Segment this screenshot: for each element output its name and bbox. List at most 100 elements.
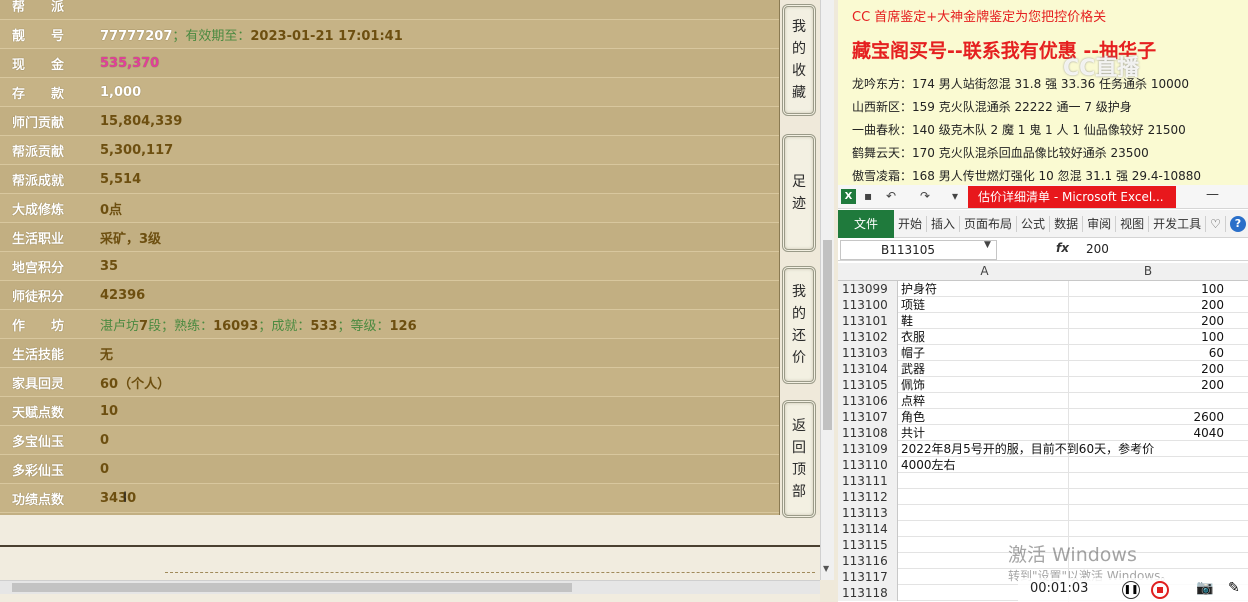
ribbon-tab[interactable]: 视图 <box>1116 215 1150 232</box>
column-headers: A B <box>838 263 1248 281</box>
info-label: 靓 号 <box>12 28 65 44</box>
cell-b[interactable]: 200 <box>1068 377 1228 393</box>
doc-listing-line: 傲雪凌霜：168 男人传世燃灯强化 10 忽混 31.1 强 29.4-1088… <box>852 169 1202 183</box>
info-row: 生活职业 采矿，3级 <box>0 223 779 252</box>
row-number[interactable]: 113105 <box>838 377 898 393</box>
side-button-back-to-top[interactable]: 返回顶部 <box>782 400 816 518</box>
ribbon-tab[interactable]: 公式 <box>1017 215 1051 232</box>
ribbon-tab[interactable]: 开发工具 <box>1149 215 1207 232</box>
side-button-my-counteroffer[interactable]: 我的还价 <box>782 266 816 384</box>
scroll-down-arrow-icon[interactable]: ▼ <box>823 564 829 573</box>
horizontal-scrollbar[interactable] <box>0 580 820 594</box>
cell-a[interactable]: 佩饰 <box>901 377 925 393</box>
info-label: 地宫积分 <box>12 260 65 276</box>
info-value: 77777207；有效期至：2023-01-21 17:01:41 <box>100 25 403 44</box>
row-number[interactable]: 113108 <box>838 425 898 441</box>
row-number[interactable]: 113107 <box>838 409 898 425</box>
cell-a[interactable]: 4000左右 <box>901 457 956 473</box>
dashed-divider <box>165 572 815 573</box>
row-number[interactable]: 113104 <box>838 361 898 377</box>
row-number[interactable]: 113109 <box>838 441 898 457</box>
cell-b[interactable]: 2600 <box>1068 409 1228 425</box>
scrollbar-thumb[interactable] <box>823 240 832 430</box>
name-box[interactable]: B113105 <box>840 240 997 260</box>
cell-b[interactable]: 200 <box>1068 361 1228 377</box>
ribbon-tab[interactable]: 审阅 <box>1083 215 1117 232</box>
cell-b[interactable]: 100 <box>1068 281 1228 297</box>
row-number[interactable]: 113118 <box>838 585 898 601</box>
doc-listing-line: 龙吟东方：174 男人站街忽混 31.8 强 33.36 任务通杀 10000 <box>852 77 1190 91</box>
info-row: 家具回灵 60（个人） <box>0 368 779 397</box>
row-number[interactable]: 113112 <box>838 489 898 505</box>
column-header-b[interactable]: B <box>1068 264 1228 278</box>
info-label: 现 金 <box>12 57 65 73</box>
spreadsheet-row: 113099 护身符 100 <box>838 281 1248 297</box>
pen-icon[interactable]: ✎ <box>1228 580 1240 596</box>
ribbon-tab[interactable]: 插入 <box>927 215 961 232</box>
cell-a[interactable]: 鞋 <box>901 313 913 329</box>
cell-a[interactable]: 护身符 <box>901 281 937 297</box>
save-icon[interactable]: ▪ <box>864 189 872 203</box>
spreadsheet-row: 113110 4000左右 <box>838 457 1248 473</box>
spreadsheet-row: 113105 佩饰 200 <box>838 377 1248 393</box>
info-value-text: 0点 <box>100 202 123 218</box>
cell-a[interactable]: 项链 <box>901 297 925 313</box>
side-button-char: 回 <box>792 440 806 456</box>
minimize-button[interactable]: — <box>1206 187 1219 202</box>
cell-a[interactable]: 共计 <box>901 425 925 441</box>
info-row: 功绩点数 3430 <box>0 484 779 513</box>
undo-icon[interactable]: ↶ <box>886 189 896 203</box>
row-number[interactable]: 113110 <box>838 457 898 473</box>
cell-b[interactable]: 60 <box>1068 345 1228 361</box>
ribbon-tab[interactable]: 数据 <box>1050 215 1084 232</box>
vertical-scrollbar[interactable]: ▼ <box>820 0 834 580</box>
info-value: 无 <box>100 344 113 363</box>
cell-a[interactable]: 武器 <box>901 361 925 377</box>
row-number[interactable]: 113114 <box>838 521 898 537</box>
row-number[interactable]: 113117 <box>838 569 898 585</box>
tab-file[interactable]: 文件 <box>838 209 894 238</box>
cell-b[interactable]: 200 <box>1068 313 1228 329</box>
cell-b[interactable]: 4040 <box>1068 425 1228 441</box>
workshop-part: 16093 <box>213 318 259 334</box>
ribbon-collapse-icon[interactable]: ♡ <box>1206 215 1226 232</box>
row-number[interactable]: 113103 <box>838 345 898 361</box>
ribbon-tab[interactable]: 开始 <box>894 215 928 232</box>
camera-icon[interactable]: 📷 <box>1196 580 1213 596</box>
cell-b[interactable]: 200 <box>1068 297 1228 313</box>
side-button-my-favorites[interactable]: 我的收藏 <box>782 4 816 116</box>
info-value-text: 5,514 <box>100 171 142 187</box>
scrollbar-thumb[interactable] <box>12 583 572 592</box>
cell-a[interactable]: 2022年8月5号开的服，目前不到60天，参考价 <box>901 441 1154 457</box>
row-number[interactable]: 113102 <box>838 329 898 345</box>
name-box-dropdown-icon[interactable]: ▼ <box>984 240 991 250</box>
help-icon[interactable]: ? <box>1229 215 1246 232</box>
recording-timer: 00:01:03 <box>1030 581 1089 596</box>
stop-recording-icon[interactable] <box>1151 581 1169 599</box>
row-number[interactable]: 113115 <box>838 537 898 553</box>
row-number[interactable]: 113113 <box>838 505 898 521</box>
ribbon-tab[interactable]: 页面布局 <box>960 215 1018 232</box>
side-button-char: 迹 <box>792 196 806 212</box>
cell-a[interactable]: 帽子 <box>901 345 925 361</box>
pause-icon[interactable]: ❚❚ <box>1122 581 1140 599</box>
column-header-a[interactable]: A <box>901 264 1068 278</box>
cell-a[interactable]: 衣服 <box>901 329 925 345</box>
row-number[interactable]: 113111 <box>838 473 898 489</box>
info-value: 42396 <box>100 288 145 303</box>
formula-input[interactable]: 200 <box>1086 242 1109 256</box>
insert-function-icon[interactable]: fx <box>1056 241 1069 255</box>
redo-icon[interactable]: ↷ <box>920 189 930 203</box>
quick-access-dropdown-icon[interactable]: ▾ <box>952 189 958 203</box>
row-number[interactable]: 113106 <box>838 393 898 409</box>
cell-a[interactable]: 点粹 <box>901 393 925 409</box>
row-number[interactable]: 113099 <box>838 281 898 297</box>
side-button-footprints[interactable]: 足迹 <box>782 134 816 252</box>
row-number[interactable]: 113116 <box>838 553 898 569</box>
cell-a[interactable]: 角色 <box>901 409 925 425</box>
row-number[interactable]: 113101 <box>838 313 898 329</box>
cell-b[interactable]: 100 <box>1068 329 1228 345</box>
notice-document: CC 首席鉴定+大神金牌鉴定为您把控价格关 藏宝阁买号--联系我有优惠 --抽华… <box>838 0 1248 185</box>
info-value-text: 无 <box>100 347 114 363</box>
row-number[interactable]: 113100 <box>838 297 898 313</box>
